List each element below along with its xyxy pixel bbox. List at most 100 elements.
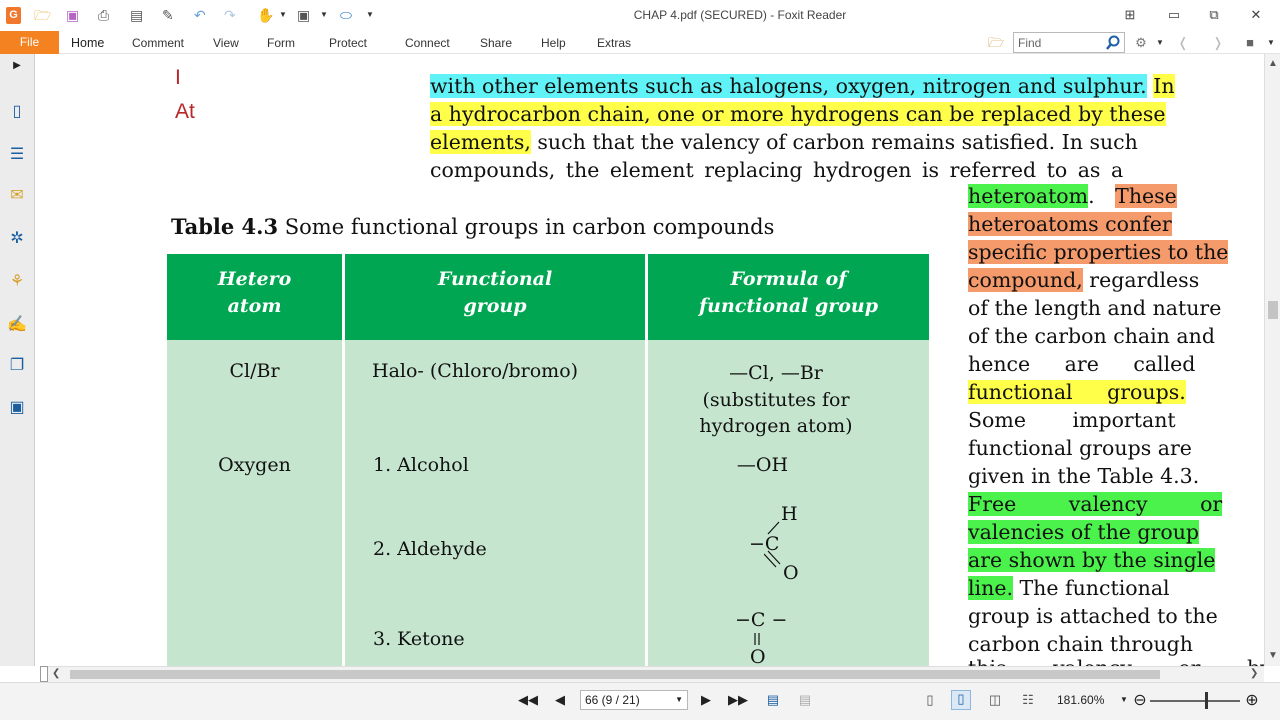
ribbon-layout-icon[interactable]: ⊞ — [1118, 6, 1142, 24]
tab-view[interactable]: View — [213, 36, 239, 50]
table-cell-group: 1. Alcohol — [373, 454, 469, 476]
signature-panel-icon[interactable]: ✍ — [7, 315, 27, 335]
tab-share[interactable]: Share — [480, 36, 512, 50]
body-text-line: heteroatom. These — [968, 184, 1177, 208]
horizontal-scroll-thumb[interactable] — [70, 670, 1160, 679]
expand-sidebar-icon[interactable]: ▶ — [7, 56, 27, 76]
body-text-line: elements, such that the valency of carbo… — [430, 130, 1138, 154]
tab-file[interactable]: File — [0, 31, 59, 54]
print-icon[interactable]: ⎙ — [98, 7, 109, 23]
body-text-line: carbon chain through — [968, 632, 1193, 656]
attachments-panel-icon[interactable]: ✲ — [7, 229, 27, 249]
previous-view-icon[interactable]: ❬ — [1175, 35, 1191, 51]
body-text-line: Free valency or — [968, 492, 1223, 516]
split-handle[interactable] — [40, 666, 48, 682]
title-bar: G 🗁 ▣ ⎙ ▤ ✎ ↶ ↷ ✋ ▼ ▣ ▼ ⬭ ▼ CHAP 4.pdf (… — [0, 0, 1280, 31]
ellipse-tool-icon[interactable]: ⬭ — [340, 7, 352, 23]
settings-gear-icon[interactable]: ⚙ — [1133, 35, 1149, 51]
tab-home[interactable]: Home — [71, 36, 104, 50]
close-window-icon[interactable]: ✕ — [1244, 6, 1268, 24]
redo-icon[interactable]: ↷ — [224, 7, 236, 23]
new-document-icon[interactable]: ✎ — [162, 7, 174, 23]
zoom-in-icon[interactable]: ⊕ — [1242, 690, 1262, 710]
tab-protect[interactable]: Protect — [329, 36, 367, 50]
body-text-line: heteroatoms confer — [968, 212, 1172, 236]
body-text-line: with other elements such as halogens, ox… — [430, 74, 1175, 98]
last-page-icon[interactable]: ▶▶ — [728, 692, 748, 708]
formula-symbol: O — [750, 646, 766, 666]
bookmarks-panel-icon[interactable]: ❐ — [7, 356, 27, 376]
next-view-status-icon[interactable]: ▤ — [795, 692, 815, 708]
scroll-up-icon[interactable]: ▲ — [1268, 58, 1278, 69]
document-viewport[interactable]: I At with other elements such as halogen… — [40, 54, 1264, 666]
table-column-atom — [167, 340, 342, 666]
content-panel-icon[interactable]: ▣ — [7, 398, 27, 418]
vertical-scroll-thumb[interactable] — [1268, 301, 1278, 319]
single-page-icon[interactable]: ▯ — [920, 692, 940, 708]
find-input[interactable] — [1014, 33, 1102, 52]
body-text-line: of the carbon chain and — [968, 324, 1215, 348]
page-number-field[interactable]: 66 (9 / 21) ▼ — [580, 690, 688, 710]
zoom-out-icon[interactable]: ⊖ — [1130, 690, 1150, 710]
first-page-icon[interactable]: ◀◀ — [518, 692, 538, 708]
scroll-left-icon[interactable]: ❮ — [52, 668, 60, 679]
scroll-right-icon[interactable]: ❯ — [1250, 668, 1258, 679]
foxit-logo-icon[interactable]: G — [6, 7, 21, 24]
tab-form[interactable]: Form — [267, 36, 295, 50]
table-header-group: Functional group — [345, 254, 645, 340]
customize-toolbar-icon[interactable]: ▼ — [366, 7, 374, 23]
scroll-down-icon[interactable]: ▼ — [1268, 650, 1278, 661]
layers-panel-icon[interactable]: ☰ — [7, 145, 27, 165]
zoom-slider-thumb[interactable] — [1205, 692, 1208, 709]
minimize-ribbon-icon[interactable]: ▭ — [1162, 6, 1186, 24]
properties-icon[interactable]: ▤ — [130, 7, 143, 23]
pages-panel-icon[interactable]: ▯ — [7, 102, 27, 122]
body-text-line: Some important — [968, 408, 1176, 432]
undo-icon[interactable]: ↶ — [194, 7, 206, 23]
comments-panel-icon[interactable]: ✉ — [7, 186, 27, 206]
tab-comment[interactable]: Comment — [132, 36, 184, 50]
body-text-line: functional groups. — [968, 380, 1186, 404]
settings-dropdown-icon[interactable]: ▼ — [1152, 35, 1168, 51]
page-dropdown-icon[interactable]: ▼ — [675, 691, 683, 709]
continuous-page-icon[interactable]: ▯ — [951, 690, 971, 710]
find-field — [1013, 32, 1125, 53]
previous-page-icon[interactable]: ◀ — [550, 692, 570, 708]
next-view-icon[interactable]: ❭ — [1210, 35, 1226, 51]
table-cell-group: Halo- (Chloro/bromo) — [372, 360, 579, 382]
facing-pages-icon[interactable]: ◫ — [985, 692, 1005, 708]
ketone-double-bond — [754, 633, 760, 645]
security-lock-icon[interactable]: ⚘ — [7, 272, 27, 292]
restore-window-icon[interactable]: ⧉ — [1202, 6, 1226, 24]
body-text-line: valencies of the group — [968, 520, 1200, 544]
table-cell-atom: Oxygen — [218, 454, 291, 476]
formula-symbol: −C − — [735, 609, 788, 631]
continuous-facing-icon[interactable]: ☷ — [1018, 692, 1038, 708]
save-icon[interactable]: ▣ — [66, 7, 79, 23]
tab-help[interactable]: Help — [541, 36, 566, 50]
table-column-group — [345, 340, 645, 666]
navigation-sidebar: ▶ ▯ ☰ ✉ ✲ ⚘ ✍ ❐ ▣ — [0, 54, 35, 666]
select-tool-dropdown-icon[interactable]: ▼ — [320, 7, 328, 23]
zoom-level[interactable]: 181.60% — [1057, 693, 1104, 707]
search-folder-icon[interactable]: 🗁 — [988, 35, 1004, 51]
zoom-slider[interactable] — [1150, 700, 1240, 702]
status-bar: ◀◀ ◀ 66 (9 / 21) ▼ ▶ ▶▶ ▤ ▤ ▯ ▯ ◫ ☷ 181.… — [0, 682, 1280, 720]
tab-connect[interactable]: Connect — [405, 36, 450, 50]
next-page-icon[interactable]: ▶ — [696, 692, 716, 708]
body-text-line: are shown by the single — [968, 548, 1216, 572]
previous-view-status-icon[interactable]: ▤ — [763, 692, 783, 708]
body-text-line: a hydrocarbon chain, one or more hydroge… — [430, 102, 1166, 126]
user-account-icon[interactable]: ■ — [1242, 35, 1258, 51]
select-tool-icon[interactable]: ▣ — [297, 7, 310, 23]
body-text-line: compound, regardless — [968, 268, 1200, 292]
search-icon[interactable] — [1105, 34, 1122, 51]
account-dropdown-icon[interactable]: ▼ — [1263, 35, 1279, 51]
hand-tool-icon[interactable]: ✋ — [257, 7, 274, 23]
tab-extras[interactable]: Extras — [597, 36, 631, 50]
horizontal-scrollbar[interactable]: ❮ ❯ — [40, 666, 1264, 682]
hand-tool-dropdown-icon[interactable]: ▼ — [279, 7, 287, 23]
table-caption: Table 4.3 Some functional groups in carb… — [171, 214, 775, 239]
vertical-scrollbar[interactable]: ▲ ▼ — [1264, 54, 1280, 666]
open-folder-icon[interactable]: 🗁 — [34, 7, 51, 23]
